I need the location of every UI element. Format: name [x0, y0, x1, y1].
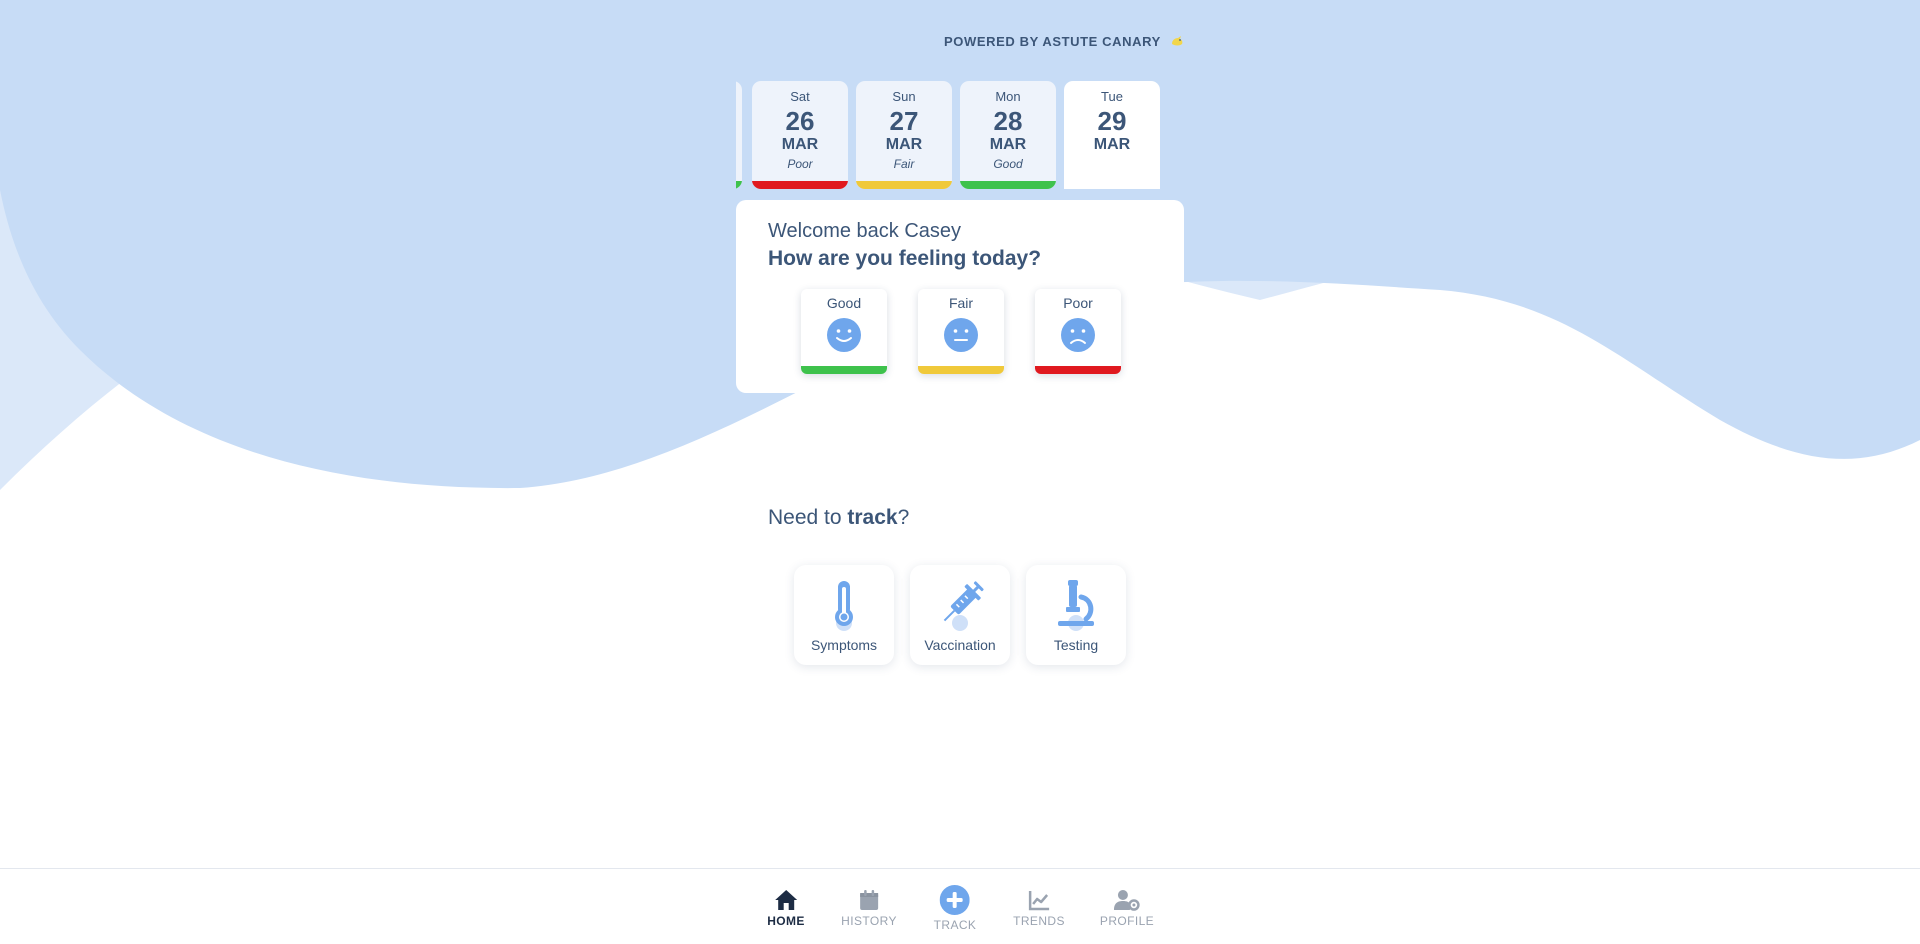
nav-label: TRENDS [1013, 914, 1065, 928]
mood-bar-fair [856, 181, 952, 189]
day-card-today[interactable]: Tue 29 MAR [1064, 81, 1160, 189]
nav-label: HOME [767, 914, 805, 928]
mood-bar-good [960, 181, 1056, 189]
mood-bar-poor [752, 181, 848, 189]
neutral-face-icon [944, 318, 978, 352]
home-icon [774, 890, 797, 910]
day-strip[interactable]: Sat 26 MAR Poor Sun 27 MAR Fair Mon 28 M… [736, 81, 1160, 189]
nav-label: TRACK [933, 918, 977, 932]
welcome-card: Welcome back Casey How are you feeling t… [736, 200, 1184, 393]
track-heading-prefix: Need to [768, 506, 848, 529]
track-heading-emphasis: track [847, 506, 898, 529]
day-of-week: Sun [892, 89, 916, 104]
day-month: MAR [989, 136, 1027, 153]
day-of-week: Mon [995, 89, 1021, 104]
day-mood: Good [993, 157, 1023, 171]
mood-bar-good [801, 366, 887, 374]
mood-bar-poor [1035, 366, 1121, 374]
mood-label: Good [826, 295, 862, 311]
nav-label: PROFILE [1099, 914, 1155, 928]
day-of-week: Sat [790, 89, 810, 104]
microscope-icon [1058, 580, 1094, 631]
nav-history[interactable]: HISTORY [841, 889, 897, 928]
day-number: 26 [785, 106, 815, 136]
powered-by-banner: POWERED BY ASTUTE CANARY [944, 33, 1185, 49]
mood-fair-button[interactable]: Fair [918, 289, 1004, 374]
user-gear-icon [1114, 890, 1140, 911]
mood-bar-fair [918, 366, 1004, 374]
canary-bird-icon [1171, 36, 1183, 46]
mood-label: Fair [948, 295, 974, 311]
welcome-greeting: Welcome back Casey [768, 220, 962, 242]
bottom-nav: HOME HISTORY TRACK TRENDS PROFILE [0, 868, 1920, 944]
day-month: MAR [781, 136, 819, 153]
plus-circle-icon [939, 885, 970, 915]
day-mood: Fair [893, 157, 915, 171]
mood-poor-button[interactable]: Poor [1035, 289, 1121, 374]
nav-label: HISTORY [841, 914, 897, 928]
track-button-label: Vaccination [924, 637, 996, 653]
nav-profile[interactable]: PROFILE [1100, 889, 1154, 928]
feeling-question: How are you feeling today? [768, 247, 1042, 270]
track-heading: Need to track? [768, 506, 909, 530]
track-symptoms-button[interactable]: Symptoms [794, 565, 894, 665]
day-month: MAR [885, 136, 923, 153]
syringe-icon [943, 581, 984, 631]
nav-home[interactable]: HOME [767, 889, 805, 928]
day-number: 29 [1097, 106, 1127, 136]
day-card-sun[interactable]: Sun 27 MAR Fair [856, 81, 952, 189]
nav-track[interactable]: TRACK [934, 885, 977, 932]
day-month: MAR [1093, 136, 1131, 153]
day-number: 28 [993, 106, 1023, 136]
day-number: 27 [889, 106, 919, 136]
day-of-week: Tue [1101, 89, 1123, 104]
track-vaccination-button[interactable]: Vaccination [910, 565, 1010, 665]
frown-face-icon [1061, 318, 1095, 352]
day-mood: Poor [787, 157, 813, 171]
mood-good-button[interactable]: Good [801, 289, 887, 374]
day-card-sat[interactable]: Sat 26 MAR Poor [752, 81, 848, 189]
track-button-label: Testing [1053, 637, 1099, 653]
track-heading-suffix: ? [897, 506, 910, 529]
powered-by-text: POWERED BY ASTUTE CANARY [944, 33, 1161, 49]
chart-line-icon [1028, 891, 1049, 911]
day-card-partial[interactable] [736, 81, 742, 189]
track-testing-button[interactable]: Testing [1026, 565, 1126, 665]
nav-trends[interactable]: TRENDS [1013, 889, 1065, 928]
mood-label: Poor [1063, 295, 1093, 311]
smile-face-icon [827, 318, 861, 352]
calendar-icon [860, 890, 878, 910]
thermometer-icon [835, 581, 853, 631]
day-card-mon[interactable]: Mon 28 MAR Good [960, 81, 1056, 189]
track-button-label: Symptoms [810, 637, 878, 653]
